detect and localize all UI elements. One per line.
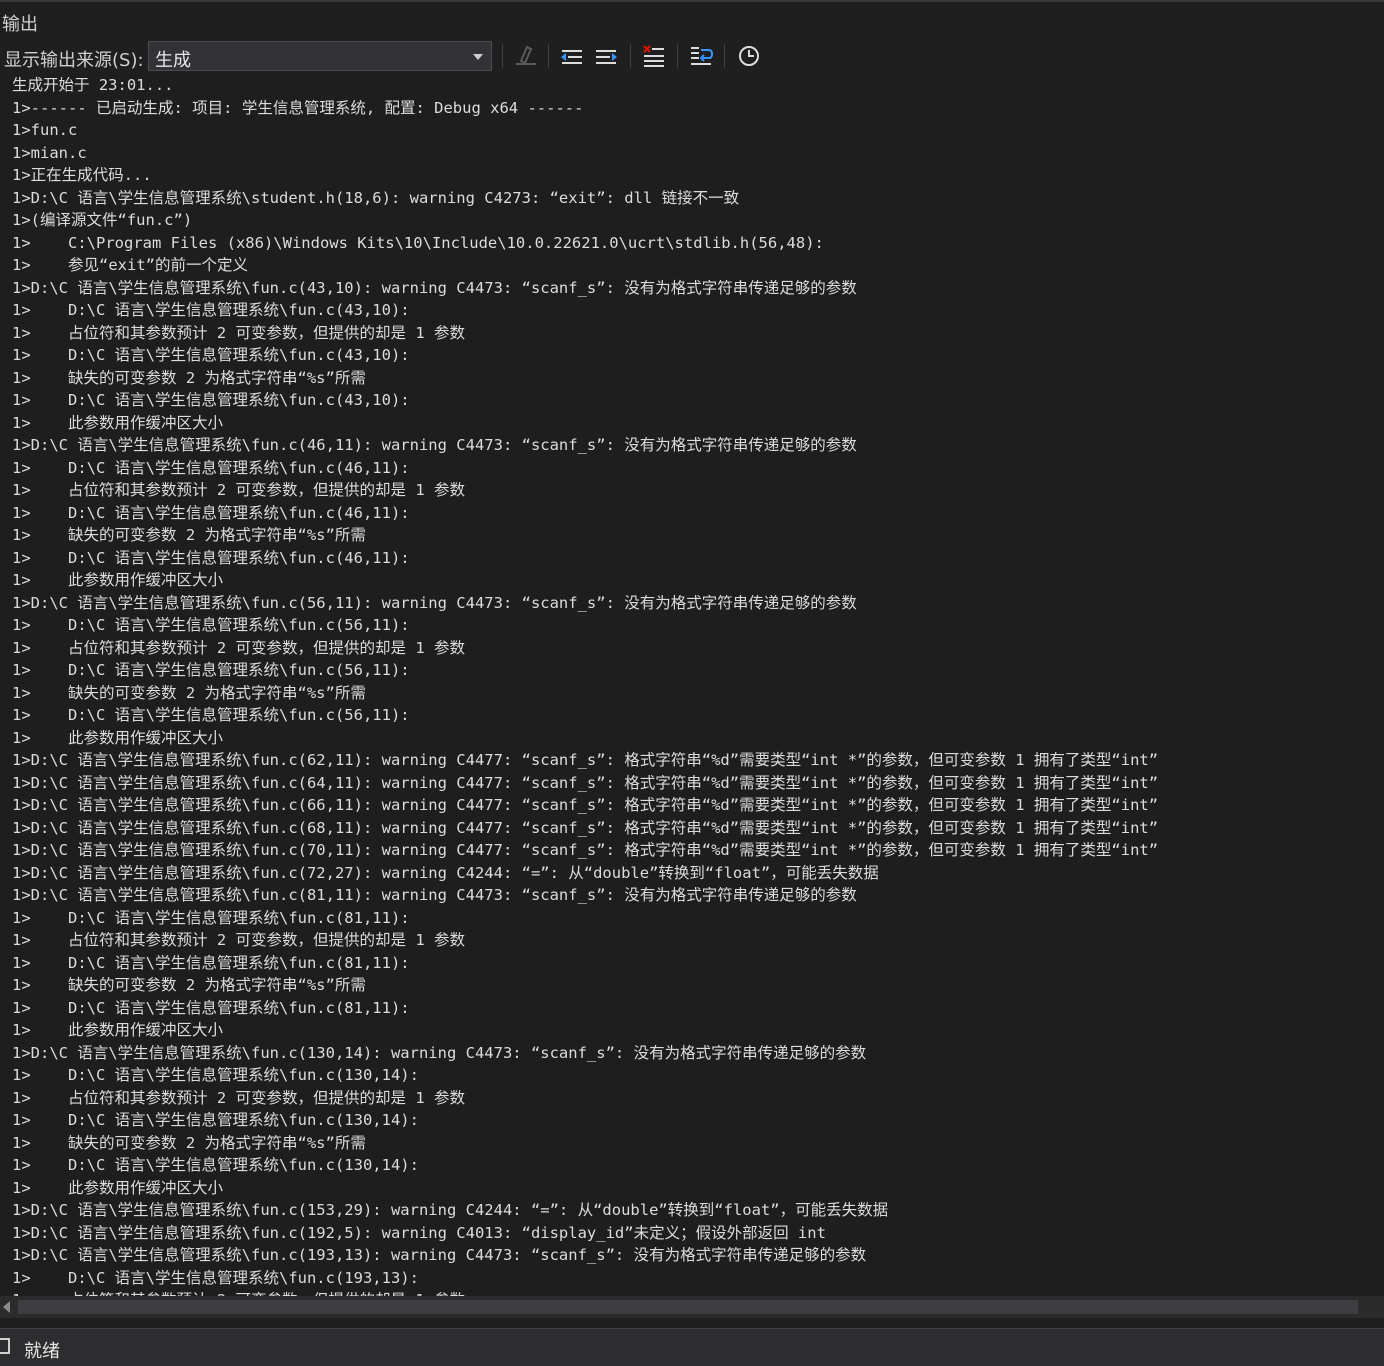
output-line: 1>D:\C 语言\学生信息管理系统\fun.c(193,13): warnin…: [12, 1246, 867, 1264]
output-line: 1>(编译源文件“fun.c”): [12, 211, 193, 229]
output-line: 1> 缺失的可变参数 2 为格式字符串“%s”所需: [12, 976, 366, 994]
find-message-in-code-icon[interactable]: [512, 42, 540, 70]
output-line: 1> 缺失的可变参数 2 为格式字符串“%s”所需: [12, 526, 366, 544]
output-line: 1>D:\C 语言\学生信息管理系统\fun.c(153,29): warnin…: [12, 1201, 889, 1219]
output-line: 1>------ 已启动生成: 项目: 学生信息管理系统, 配置: Debug …: [12, 98, 584, 117]
toolbar-separator: [502, 44, 503, 68]
output-line: 1> D:\C 语言\学生信息管理系统\fun.c(56,11):: [12, 661, 410, 679]
toolbar-separator: [548, 44, 549, 68]
clear-all-icon[interactable]: [640, 42, 668, 70]
output-line: 1> D:\C 语言\学生信息管理系统\fun.c(46,11):: [12, 458, 410, 477]
output-line: 1>mian.c: [12, 143, 87, 162]
output-line: 1> 占位符和其参数预计 2 可变参数，但提供的却是 1 参数: [12, 1289, 465, 1296]
output-line: 1> D:\C 语言\学生信息管理系统\fun.c(56,11):: [12, 706, 410, 724]
toggle-word-wrap-icon[interactable]: [687, 42, 715, 70]
output-line: 1>D:\C 语言\学生信息管理系统\fun.c(56,11): warning…: [12, 593, 857, 612]
output-line: 1> 缺失的可变参数 2 为格式字符串“%s”所需: [12, 368, 366, 387]
output-line: 1> D:\C 语言\学生信息管理系统\fun.c(130,14):: [12, 1156, 419, 1174]
output-line: 1> D:\C 语言\学生信息管理系统\fun.c(193,13):: [12, 1268, 419, 1287]
output-line: 1> 此参数用作缓冲区大小: [12, 1021, 223, 1039]
output-line: 1> D:\C 语言\学生信息管理系统\fun.c(81,11):: [12, 908, 410, 927]
output-line: 1>D:\C 语言\学生信息管理系统\fun.c(72,27): warning…: [12, 863, 879, 882]
output-line: 1> 占位符和其参数预计 2 可变参数，但提供的却是 1 参数: [12, 638, 465, 657]
scrollbar-thumb[interactable]: [18, 1300, 1358, 1314]
output-line: 1> 此参数用作缓冲区大小: [12, 1178, 223, 1197]
output-line: 1>fun.c: [12, 121, 78, 139]
output-line: 1> 占位符和其参数预计 2 可变参数，但提供的却是 1 参数: [12, 323, 465, 342]
output-line: 1> D:\C 语言\学生信息管理系统\fun.c(130,14):: [12, 1111, 419, 1129]
output-line: 1>D:\C 语言\学生信息管理系统\fun.c(46,11): warning…: [12, 436, 857, 454]
output-line: 1> 参见“exit”的前一个定义: [12, 256, 248, 274]
output-line: 1>D:\C 语言\学生信息管理系统\fun.c(43,10): warning…: [12, 278, 857, 297]
panel-title: 输出: [2, 14, 38, 35]
go-to-next-message-icon[interactable]: [592, 42, 620, 70]
output-line: 1> D:\C 语言\学生信息管理系统\fun.c(130,14):: [12, 1066, 419, 1084]
output-line: 1> D:\C 语言\学生信息管理系统\fun.c(46,11):: [12, 503, 410, 522]
output-line: 1>D:\C 语言\学生信息管理系统\fun.c(70,11): warning…: [12, 841, 1159, 859]
output-source-dropdown[interactable]: 生成: [148, 41, 492, 71]
output-line: 1> D:\C 语言\学生信息管理系统\fun.c(43,10):: [12, 301, 410, 319]
output-line: 1> D:\C 语言\学生信息管理系统\fun.c(81,11):: [12, 953, 410, 972]
go-to-previous-message-icon[interactable]: [558, 42, 586, 70]
toolbar-separator: [630, 44, 631, 68]
output-line: 1> 占位符和其参数预计 2 可变参数，但提供的却是 1 参数: [12, 481, 465, 499]
output-line: 1>正在生成代码...: [12, 166, 152, 184]
toolbar-separator: [677, 44, 678, 68]
output-line: 1>D:\C 语言\学生信息管理系统\student.h(18,6): warn…: [12, 188, 740, 207]
output-line: 1>D:\C 语言\学生信息管理系统\fun.c(64,11): warning…: [12, 773, 1159, 792]
output-source-value: 生成: [155, 50, 191, 71]
toolbar-separator: [724, 44, 725, 68]
chevron-down-icon: [473, 54, 483, 60]
output-line: 1> D:\C 语言\学生信息管理系统\fun.c(43,10):: [12, 391, 410, 409]
output-line: 1>D:\C 语言\学生信息管理系统\fun.c(192,5): warning…: [12, 1223, 826, 1242]
status-text: 就绪: [24, 1341, 60, 1362]
show-timestamps-icon[interactable]: [735, 42, 763, 70]
scroll-left-icon[interactable]: [3, 1301, 10, 1313]
output-text-area[interactable]: 生成开始于 23:01... 1>------ 已启动生成: 项目: 学生信息管理…: [0, 74, 1384, 1296]
output-line: 1> D:\C 语言\学生信息管理系统\fun.c(46,11):: [12, 548, 410, 567]
output-line: 1> D:\C 语言\学生信息管理系统\fun.c(43,10):: [12, 346, 410, 364]
output-line: 1> 缺失的可变参数 2 为格式字符串“%s”所需: [12, 1133, 366, 1152]
output-line: 1>D:\C 语言\学生信息管理系统\fun.c(130,14): warnin…: [12, 1043, 867, 1062]
output-line: 1> 此参数用作缓冲区大小: [12, 413, 223, 432]
output-line: 1>D:\C 语言\学生信息管理系统\fun.c(62,11): warning…: [12, 751, 1159, 769]
output-line: 生成开始于 23:01...: [12, 76, 174, 94]
output-line: 1> D:\C 语言\学生信息管理系统\fun.c(81,11):: [12, 998, 410, 1017]
source-label: 显示输出来源(S):: [4, 50, 144, 71]
output-line: 1> 此参数用作缓冲区大小: [12, 571, 223, 589]
output-line: 1> 占位符和其参数预计 2 可变参数，但提供的却是 1 参数: [12, 1088, 465, 1107]
output-line: 1> D:\C 语言\学生信息管理系统\fun.c(56,11):: [12, 616, 410, 634]
output-line: 1> 占位符和其参数预计 2 可变参数，但提供的却是 1 参数: [12, 931, 465, 949]
output-line: 1>D:\C 语言\学生信息管理系统\fun.c(68,11): warning…: [12, 818, 1159, 837]
output-line: 1> 缺失的可变参数 2 为格式字符串“%s”所需: [12, 683, 366, 702]
horizontal-scrollbar[interactable]: [0, 1296, 1384, 1318]
output-line: 1>D:\C 语言\学生信息管理系统\fun.c(66,11): warning…: [12, 796, 1159, 814]
output-line: 1> C:\Program Files (x86)\Windows Kits\1…: [12, 233, 824, 252]
status-icon: [0, 1338, 10, 1354]
output-panel-header: 输出: [0, 0, 1384, 38]
status-bar: 就绪: [0, 1328, 1384, 1366]
output-line: 1> 此参数用作缓冲区大小: [12, 728, 223, 747]
output-toolbar: 显示输出来源(S): 生成: [0, 38, 1384, 74]
output-line: 1>D:\C 语言\学生信息管理系统\fun.c(81,11): warning…: [12, 886, 857, 904]
